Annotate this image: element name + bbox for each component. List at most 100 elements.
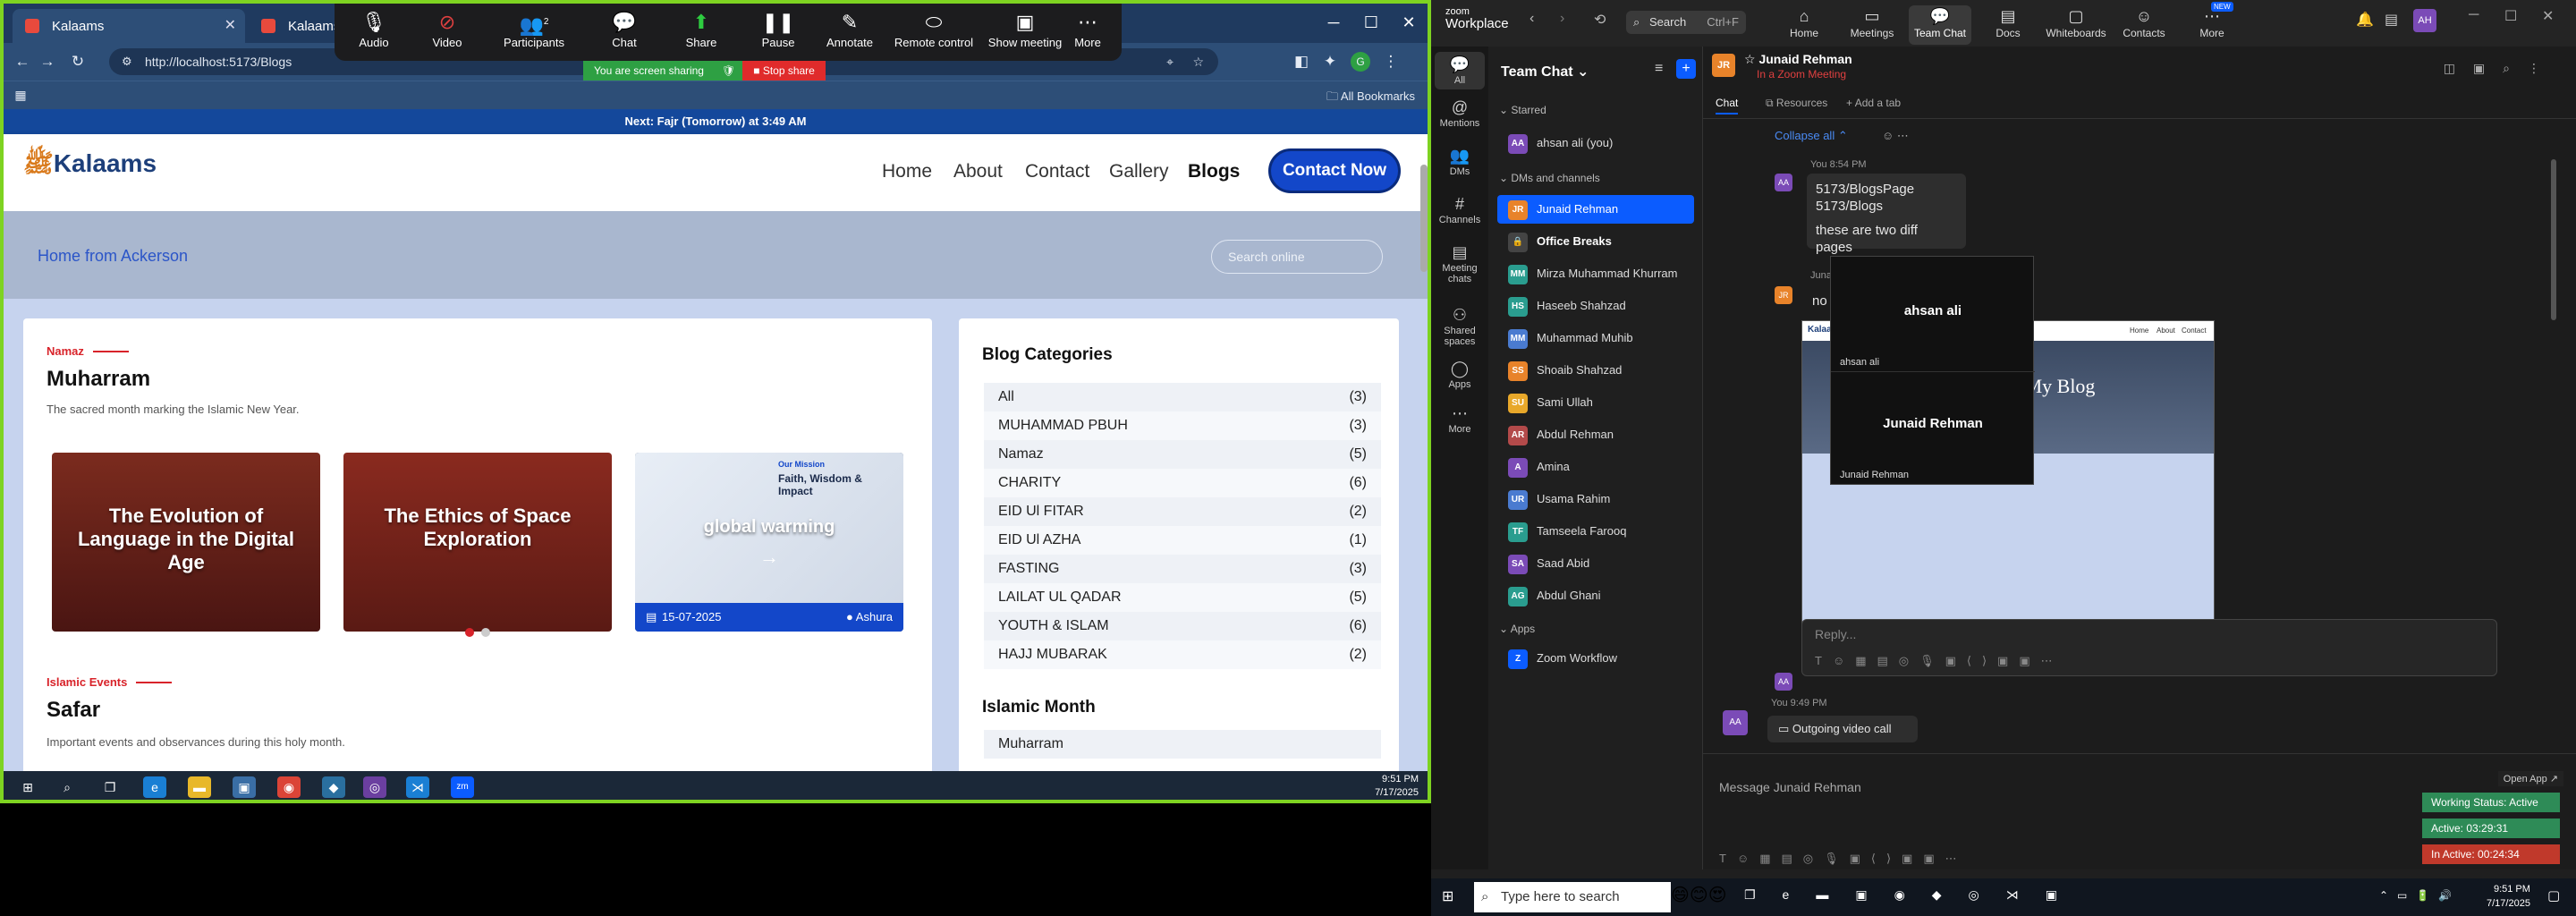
video-tiles[interactable]: ahsan ali ahsan ali Junaid Rehman Junaid…: [1830, 256, 2035, 485]
dms-header[interactable]: ⌄ DMs and channels: [1499, 172, 1600, 184]
topnav-more[interactable]: ⋯ More NEW: [2181, 2, 2243, 45]
maximize-icon[interactable]: ☐: [2504, 7, 2517, 25]
category-item[interactable]: EID Ul FITAR (2): [984, 497, 1381, 526]
chat-button[interactable]: 💬 Chat: [589, 9, 660, 59]
topnav-whiteboards[interactable]: ▢ Whiteboards: [2045, 5, 2107, 45]
filter-icon[interactable]: ≡: [1655, 61, 1663, 77]
topnav-meetings[interactable]: ▭ Meetings: [1841, 5, 1903, 45]
scrollbar[interactable]: [2551, 159, 2556, 320]
category-item[interactable]: LAILAT UL QADAR (5): [984, 583, 1381, 612]
chat-list-item[interactable]: HS Haseeb Shahzad: [1497, 292, 1694, 320]
forward-icon[interactable]: ›: [1560, 11, 1564, 27]
nav-gallery[interactable]: Gallery: [1109, 161, 1169, 182]
close-icon[interactable]: ✕: [2542, 7, 2554, 25]
nav-home[interactable]: Home: [882, 161, 932, 182]
new-chat-icon[interactable]: +: [1676, 59, 1696, 79]
rail-shared-spaces[interactable]: ⚇ Shared spaces: [1435, 306, 1485, 347]
topnav-contacts[interactable]: ☺ Contacts: [2113, 5, 2175, 45]
extension-icon[interactable]: ◧: [1292, 52, 1311, 72]
back-icon[interactable]: ‹: [1530, 11, 1534, 27]
remote-control-button[interactable]: ⬭ Remote control: [889, 9, 979, 59]
star-icon[interactable]: ☆: [1744, 52, 1758, 66]
chat-list-item[interactable]: UR Usama Rahim: [1497, 485, 1694, 513]
emoji-widget-icon[interactable]: 😄😊😍: [1671, 884, 1727, 906]
chat-list-item[interactable]: AR Abdul Rehman: [1497, 420, 1694, 449]
contact-now-button[interactable]: Contact Now: [1268, 148, 1401, 193]
close-tab-icon[interactable]: ✕: [225, 16, 236, 34]
composer-toolbar-icons[interactable]: T☺▦▤◎🎙▣⟨⟩▣▣⋯: [1719, 852, 1968, 866]
extensions-puzzle-icon[interactable]: ✦: [1320, 52, 1340, 72]
category-item[interactable]: EID Ul AZHA (1): [984, 526, 1381, 555]
zoom-search[interactable]: ⌕ Search Ctrl+F: [1626, 11, 1746, 34]
collapse-all-button[interactable]: Collapse all ⌃: [1775, 129, 1848, 143]
message-input[interactable]: Message Junaid Rehman: [1719, 780, 1861, 794]
list-title[interactable]: Team Chat ⌄: [1501, 63, 1589, 81]
reactions-icon[interactable]: ☺ ⋯: [1882, 129, 1909, 143]
reply-box[interactable]: Reply... T☺▦▤◎🎙▣⟨⟩▣▣⋯: [1801, 619, 2497, 676]
github-icon[interactable]: ◎: [363, 776, 386, 798]
chat-list-item[interactable]: AA ahsan ali (you): [1497, 129, 1694, 157]
rail-apps[interactable]: ◯ Apps: [1435, 360, 1485, 390]
clock[interactable]: 9:51 PM 7/17/2025: [2487, 882, 2530, 911]
chat-list-item[interactable]: SU Sami Ullah: [1497, 388, 1694, 417]
chat-list-item[interactable]: JR Junaid Rehman: [1497, 195, 1694, 224]
tab-resources[interactable]: ⧉ Resources: [1766, 97, 1827, 110]
minimize-icon[interactable]: ─: [1318, 9, 1349, 36]
avatar[interactable]: AH: [2413, 9, 2436, 32]
category-item[interactable]: YOUTH & ISLAM (6): [984, 612, 1381, 640]
more-button[interactable]: ⋯ More: [1057, 9, 1118, 59]
category-item[interactable]: FASTING (3): [984, 555, 1381, 583]
task-view-icon[interactable]: ❐: [98, 776, 122, 798]
chrome-icon[interactable]: ◉: [277, 776, 301, 798]
participants-button[interactable]: 👥2 Participants: [494, 9, 574, 59]
site-info-icon[interactable]: ⚙: [122, 48, 132, 75]
nav-about[interactable]: About: [953, 161, 1003, 182]
nav-blogs[interactable]: Blogs: [1188, 161, 1240, 182]
browser-tab-active[interactable]: Kalaams ✕: [13, 9, 245, 43]
tab-chat[interactable]: Chat: [1716, 97, 1739, 114]
blog-card-image[interactable]: The Evolution of Language in the Digital…: [52, 453, 320, 632]
category-item[interactable]: HAJJ MUBARAK (2): [984, 640, 1381, 669]
chat-list-item[interactable]: SA Saad Abid: [1497, 549, 1694, 578]
category-item[interactable]: All (3): [984, 383, 1381, 411]
rail-mentions[interactable]: @ Mentions: [1435, 98, 1485, 129]
tab-add[interactable]: + Add a tab: [1846, 97, 1901, 109]
category-item[interactable]: CHARITY (6): [984, 469, 1381, 497]
topnav-team-chat[interactable]: 💬 Team Chat: [1909, 5, 1971, 45]
vscode-alt-icon[interactable]: ◆: [322, 776, 345, 798]
rail-dms[interactable]: 👥 DMs: [1435, 147, 1485, 177]
message-bubble[interactable]: 5173/BlogsPage 5173/Blogs these are two di…: [1807, 174, 1966, 255]
rail-meeting-chats[interactable]: ▤ Meeting chats: [1435, 243, 1485, 284]
location-icon[interactable]: ⌖: [1166, 48, 1174, 75]
rail-all[interactable]: 💬 All: [1435, 52, 1485, 89]
reload-icon[interactable]: ↻: [68, 52, 88, 72]
bell-icon[interactable]: 🔔: [2356, 11, 2374, 29]
clock[interactable]: 9:51 PM 7/17/2025: [1375, 773, 1419, 800]
chat-list-item[interactable]: 🔒 Office Breaks: [1497, 227, 1694, 256]
annotate-button[interactable]: ✎ Annotate: [814, 9, 886, 59]
starred-header[interactable]: ⌄ Starred: [1499, 104, 1546, 116]
reply-toolbar-icons[interactable]: T☺▦▤◎🎙▣⟨⟩▣▣⋯: [1815, 654, 2063, 668]
browser-menu-icon[interactable]: ⋮: [1381, 52, 1401, 72]
site-logo[interactable]: ﷺKalaams: [23, 148, 157, 184]
history-icon[interactable]: ⟲: [1594, 11, 1606, 29]
store-icon[interactable]: ▣: [233, 776, 256, 798]
notification-icon[interactable]: ▢: [2547, 887, 2560, 903]
rail-channels[interactable]: # Channels: [1435, 195, 1485, 225]
system-tray-icons[interactable]: ⌃▭🔋🔊: [2379, 889, 2461, 902]
bookmark-star-icon[interactable]: ☆: [1192, 48, 1204, 75]
carousel-dot-active[interactable]: [465, 628, 474, 637]
reply-input[interactable]: Reply...: [1815, 627, 1856, 641]
windows-start-icon[interactable]: ⊞: [1442, 887, 1453, 905]
header-actions-icons[interactable]: ◫▣⌕⋮: [2444, 61, 2558, 76]
pause-button[interactable]: ❚❚ Pause: [742, 9, 814, 59]
apps-header[interactable]: ⌄ Apps: [1499, 623, 1535, 635]
category-item[interactable]: MUHAMMAD PBUH (3): [984, 411, 1381, 440]
rail-more[interactable]: ⋯ More: [1435, 404, 1485, 435]
zoom-taskbar-icon[interactable]: zm: [451, 776, 474, 798]
taskbar-search[interactable]: ⌕ Type here to search: [1474, 882, 1671, 912]
month-item[interactable]: Muharram: [984, 730, 1381, 759]
call-bubble[interactable]: ▭ Outgoing video call: [1767, 716, 1918, 742]
apps-grid-icon[interactable]: ▦: [11, 85, 30, 105]
share-button[interactable]: ⬆ Share: [665, 9, 737, 59]
